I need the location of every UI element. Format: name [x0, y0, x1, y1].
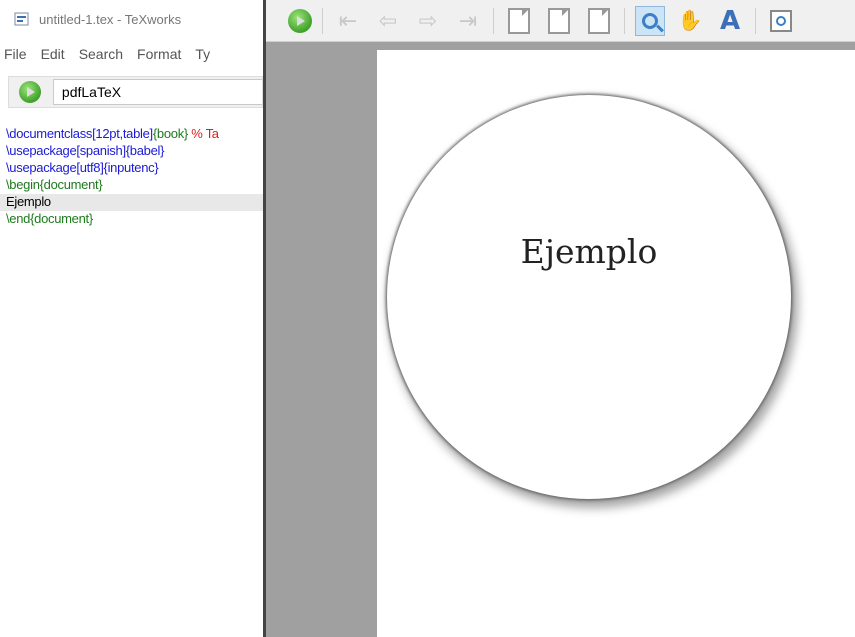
window-title: untitled-1.tex - TeXworks	[39, 11, 182, 27]
code-token: \documentclass	[6, 126, 93, 141]
typeset-toolbar: pdfLaTeX	[8, 76, 263, 108]
toolbar-separator	[322, 7, 323, 34]
code-token: {babel}	[125, 143, 165, 158]
code-token: {document}	[30, 211, 93, 226]
typeset-icon[interactable]	[19, 81, 41, 103]
toolbar-separator	[624, 7, 625, 34]
code-token: [utf8]	[76, 160, 104, 175]
code-token: {document}	[39, 177, 103, 192]
code-line[interactable]: Ejemplo	[0, 194, 263, 211]
code-token: \usepackage	[6, 143, 77, 158]
code-editor[interactable]: \documentclass[12pt,table]{book} % Ta \us…	[0, 126, 263, 228]
code-token: {book}	[152, 126, 188, 141]
magnify-tool-icon[interactable]	[635, 5, 665, 36]
menu-file[interactable]: File	[4, 46, 27, 62]
code-token: \end	[6, 211, 31, 226]
menu-bar: File Edit Search Format Ty	[0, 42, 263, 66]
magnified-text: Ejemplo	[520, 232, 658, 271]
first-page-icon[interactable]: ⇤	[333, 6, 363, 36]
editor-titlebar: untitled-1.tex - TeXworks	[0, 0, 263, 38]
code-token: \usepackage	[6, 160, 77, 175]
zoom-box-icon[interactable]	[766, 6, 796, 36]
editor-window: untitled-1.tex - TeXworks File Edit Sear…	[0, 0, 263, 637]
previous-page-icon[interactable]: ⇦	[373, 6, 403, 36]
magnifier-lens: Ejemplo	[387, 95, 791, 499]
menu-typeset[interactable]: Ty	[195, 46, 210, 62]
fit-window-icon[interactable]	[584, 6, 614, 36]
fit-width-icon[interactable]	[544, 6, 574, 36]
code-line[interactable]: \end{document}	[0, 211, 263, 228]
texworks-app-icon	[14, 11, 30, 27]
select-text-icon[interactable]: A	[715, 6, 745, 36]
next-page-icon[interactable]: ⇨	[413, 6, 443, 36]
last-page-icon[interactable]: ⇥	[453, 6, 483, 36]
code-line[interactable]: \usepackage[utf8]{inputenc}	[0, 160, 263, 177]
code-token: [12pt,table]	[92, 126, 153, 141]
engine-select[interactable]: pdfLaTeX	[52, 79, 262, 105]
code-line[interactable]: \usepackage[spanish]{babel}	[0, 143, 263, 160]
toolbar-separator	[493, 7, 494, 34]
menu-format[interactable]: Format	[137, 46, 181, 62]
scroll-tool-icon[interactable]: ✋	[675, 6, 705, 36]
typeset-icon[interactable]	[288, 8, 312, 33]
code-line[interactable]: \documentclass[12pt,table]{book} % Ta	[0, 126, 263, 143]
menu-search[interactable]: Search	[79, 46, 123, 62]
code-token: \begin	[6, 177, 40, 192]
code-token: Ejemplo	[6, 194, 51, 209]
code-token: {inputenc}	[103, 160, 159, 175]
actual-size-icon[interactable]	[504, 6, 534, 36]
menu-edit[interactable]: Edit	[41, 46, 65, 62]
toolbar-separator	[755, 7, 756, 34]
preview-toolbar: ⇤ ⇦ ⇨ ⇥ ✋ A	[266, 0, 855, 42]
code-token: [spanish]	[76, 143, 126, 158]
code-line[interactable]: \begin{document}	[0, 177, 263, 194]
code-token: % Ta	[187, 126, 219, 141]
